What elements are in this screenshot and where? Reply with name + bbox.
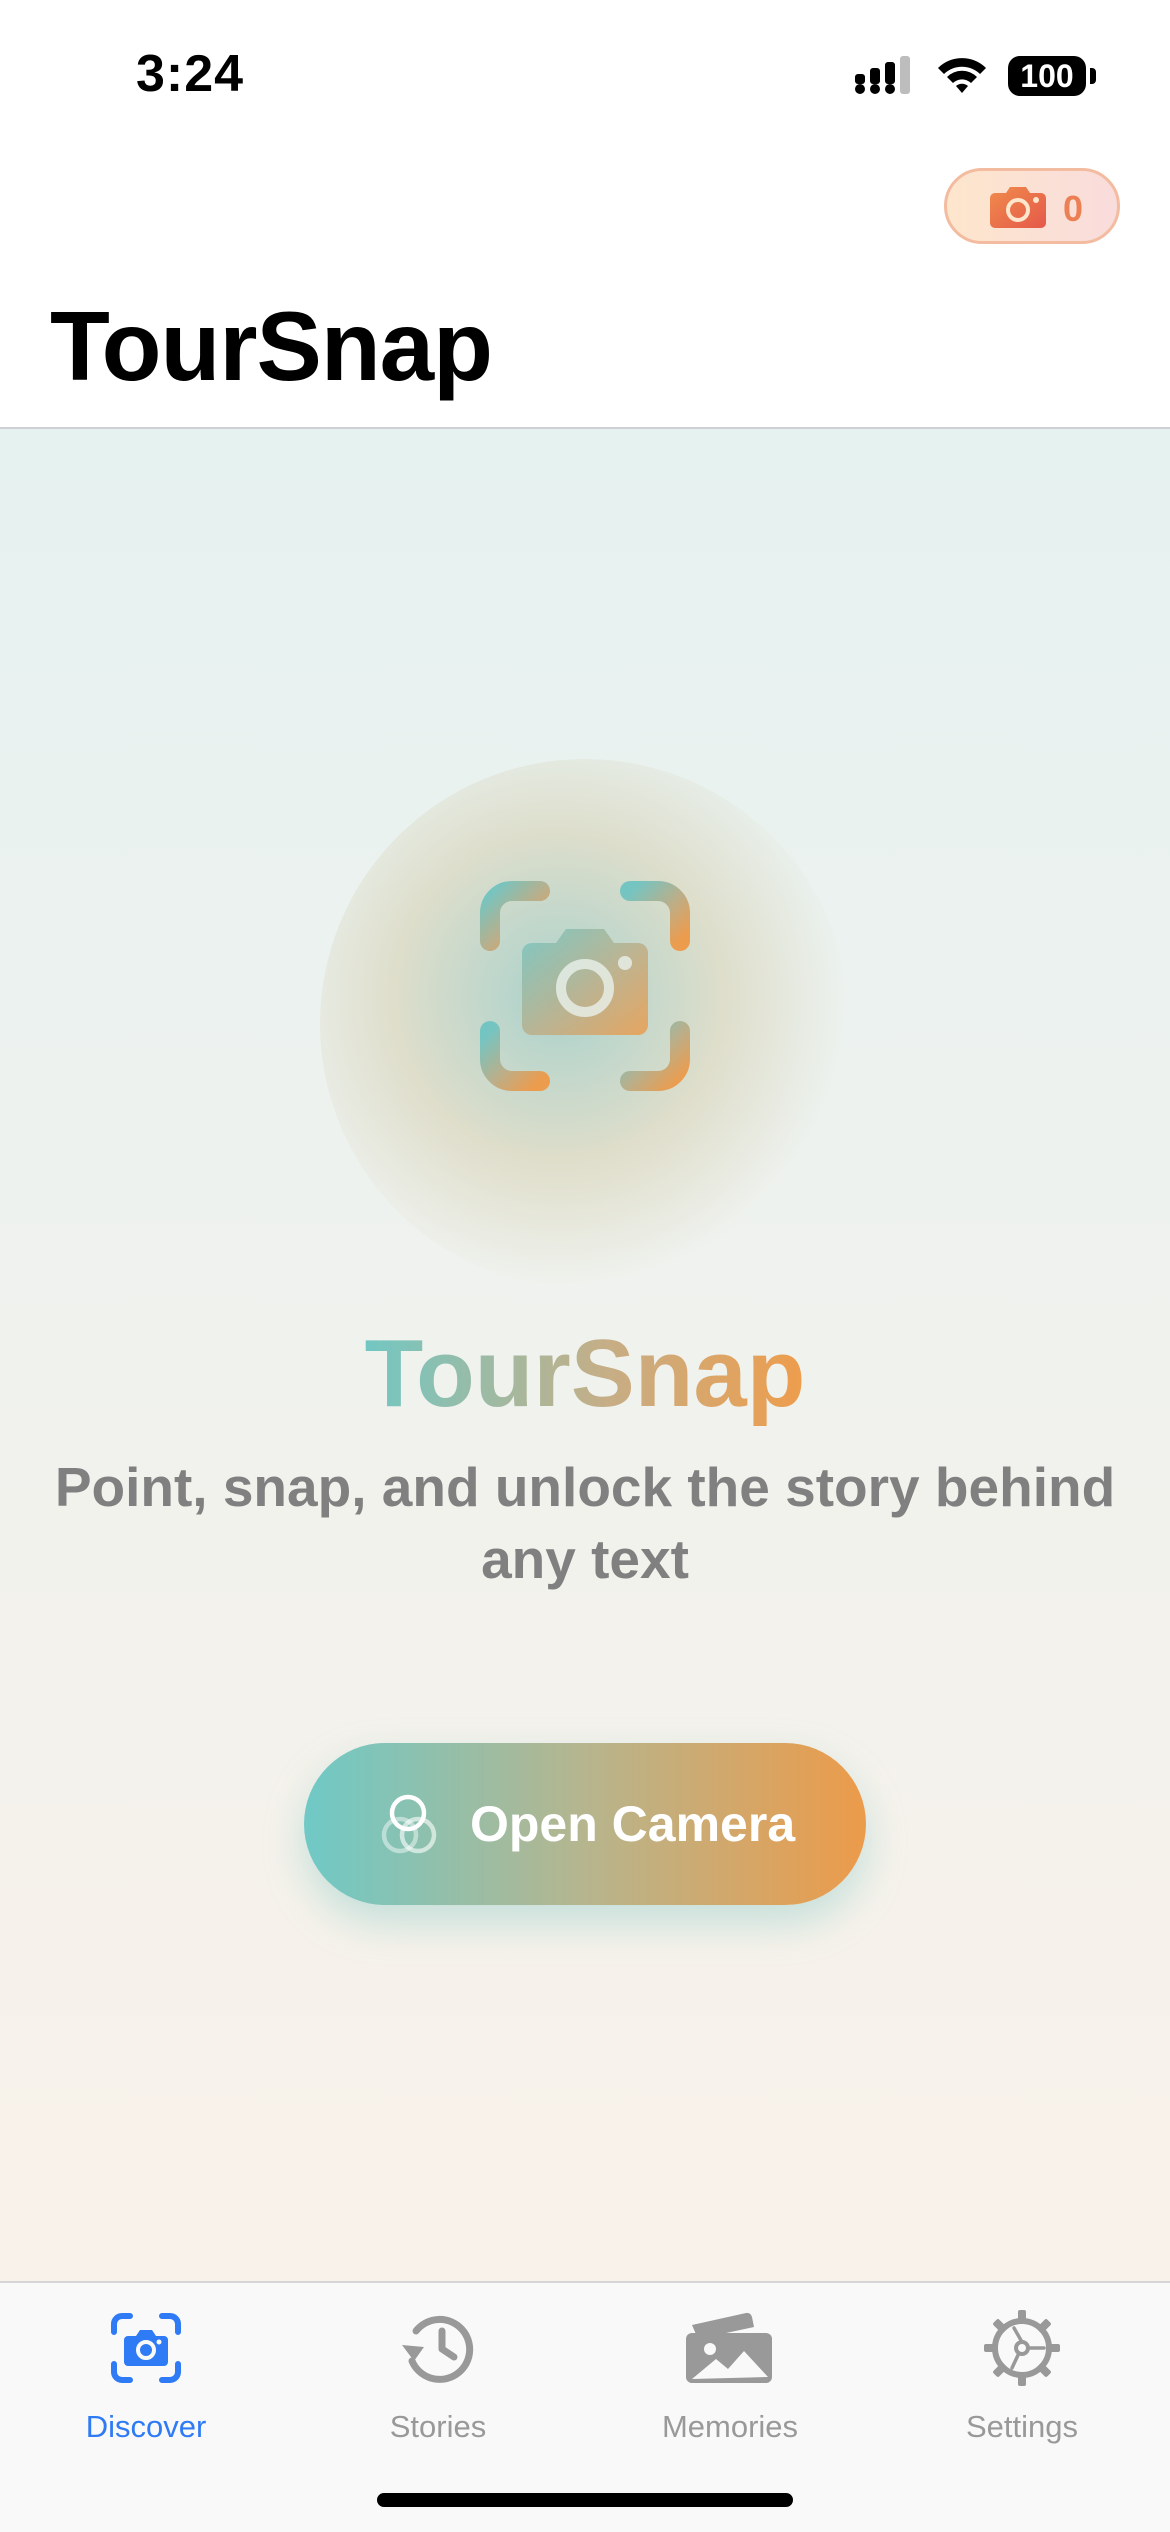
- circles-icon: [381, 1794, 437, 1854]
- tab-stories[interactable]: Stories: [292, 2283, 584, 2473]
- tab-memories[interactable]: Memories: [584, 2283, 876, 2473]
- tab-memories-label: Memories: [661, 2409, 799, 2444]
- scan-counter-badge[interactable]: 0: [944, 168, 1120, 244]
- hero-title-text: TourSnap: [364, 1320, 806, 1427]
- battery-icon: 100: [1008, 56, 1086, 96]
- status-bar: 3:24 100: [0, 0, 1170, 150]
- open-camera-button[interactable]: Open Camera: [304, 1743, 866, 1905]
- tab-settings-icon-wrap: [876, 2303, 1168, 2393]
- tab-discover-label: Discover: [85, 2409, 207, 2444]
- status-time: 3:24: [136, 45, 245, 103]
- camera-viewfinder-icon: [111, 2313, 181, 2383]
- tab-stories-label: Stories: [389, 2409, 487, 2444]
- tab-stories-icon-wrap: [292, 2303, 584, 2393]
- discover-view: TourSnap Point, snap, and unlock the sto…: [0, 429, 1170, 2281]
- battery-tip: [1090, 68, 1096, 84]
- wifi-icon: [938, 58, 986, 93]
- hero-subtitle: Point, snap, and unlock the story behind…: [54, 1456, 1116, 1590]
- page-title: TourSnap: [50, 291, 493, 401]
- tab-discover-icon-wrap: [0, 2303, 292, 2393]
- tab-settings-label: Settings: [965, 2409, 1078, 2444]
- gear-icon: [984, 2310, 1060, 2386]
- camera-icon: [990, 187, 1046, 228]
- tab-discover[interactable]: Discover: [0, 2283, 292, 2473]
- open-camera-label: Open Camera: [470, 1796, 796, 1852]
- cellular-signal-icon: [855, 56, 910, 94]
- hero-title: TourSnap: [0, 1319, 1170, 1429]
- photo-stack-icon: [686, 2312, 772, 2383]
- scan-counter-value: 0: [1063, 188, 1084, 229]
- tab-settings[interactable]: Settings: [876, 2283, 1168, 2473]
- home-indicator: [377, 2493, 793, 2507]
- tab-memories-icon-wrap: [584, 2303, 876, 2393]
- camera-viewfinder-icon: [480, 881, 690, 1091]
- history-clock-icon: [402, 2315, 474, 2383]
